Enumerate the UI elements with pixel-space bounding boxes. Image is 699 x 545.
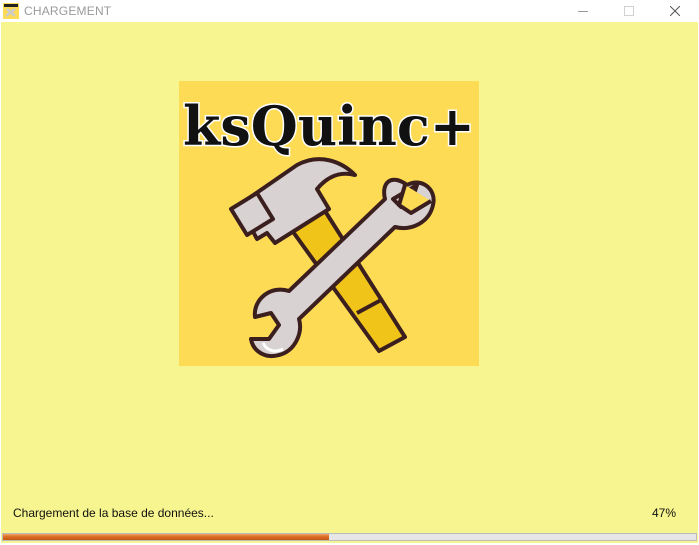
- minimize-icon: [578, 11, 588, 12]
- ksquinc-icon: [3, 3, 19, 19]
- maximize-button[interactable]: [606, 0, 652, 22]
- progress-percent: 47%: [651, 506, 676, 520]
- window-title: CHARGEMENT: [24, 4, 112, 18]
- splash-body: ksQuinc+ Chargement de la base de donnée…: [1, 22, 698, 543]
- loading-status-text: Chargement de la base de données...: [13, 506, 214, 520]
- close-icon: [670, 6, 680, 16]
- maximize-icon: [624, 6, 634, 16]
- progress-bar-fill: [3, 534, 329, 540]
- progress-bar: [2, 533, 697, 541]
- ksquinc-logo: ksQuinc+: [179, 81, 479, 366]
- close-button[interactable]: [652, 0, 698, 22]
- logo-wordmark: ksQuinc+: [183, 94, 475, 158]
- title-bar[interactable]: CHARGEMENT: [0, 0, 699, 22]
- minimize-button[interactable]: [560, 0, 606, 22]
